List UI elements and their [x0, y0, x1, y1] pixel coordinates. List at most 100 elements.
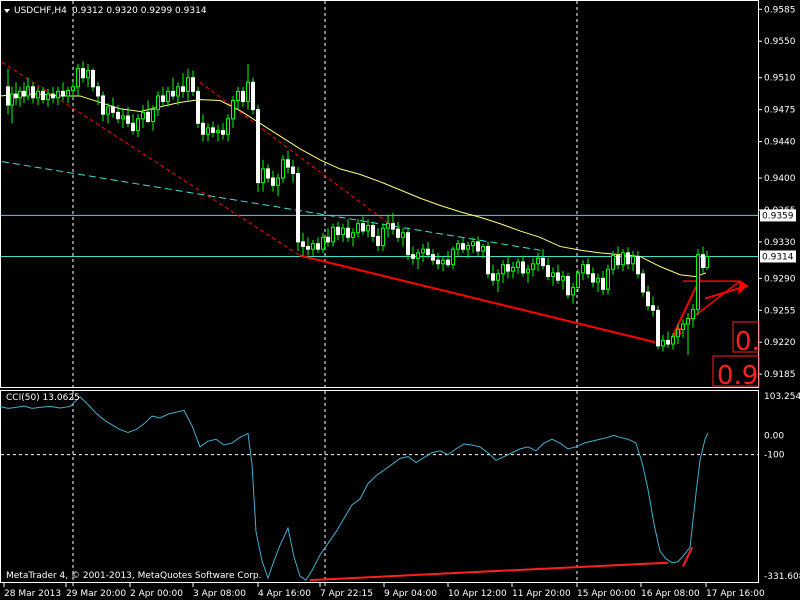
- candle-body: [186, 77, 190, 92]
- candle-body: [601, 277, 605, 290]
- candle-body: [10, 93, 14, 106]
- candle: [591, 267, 595, 288]
- candle: [616, 246, 620, 270]
- candle-body: [61, 90, 65, 97]
- candle: [451, 246, 455, 270]
- cci-tick-label: -100: [764, 451, 785, 461]
- candle: [66, 86, 70, 104]
- candle: [241, 86, 245, 107]
- candle-body: [106, 106, 110, 115]
- candle: [256, 105, 260, 192]
- price-axis: 0.9585 0.9550 0.9510 0.9475 0.9440 0.9400 0.93…: [758, 5, 796, 380]
- candle-body: [6, 86, 10, 106]
- candle-body: [571, 286, 575, 296]
- candle: [521, 255, 525, 277]
- candle-body: [241, 90, 245, 102]
- candle-body: [696, 254, 700, 310]
- candle: [251, 77, 255, 115]
- candle: [76, 64, 80, 96]
- candle-body: [561, 276, 565, 281]
- candle-body: [596, 277, 600, 283]
- candle-body: [76, 68, 80, 88]
- candle: [596, 273, 600, 293]
- candle: [406, 228, 410, 261]
- price-tick-label: 0.9400: [764, 174, 796, 184]
- candle-body: [176, 86, 180, 97]
- candle-body: [276, 177, 280, 186]
- copyright-text: MetaTrader 4, © 2001-2013, MetaQuotes So…: [6, 571, 262, 581]
- candle-body: [521, 261, 525, 274]
- candle-body: [586, 264, 590, 275]
- candle-body: [411, 254, 415, 259]
- candle: [306, 237, 310, 256]
- candle-body: [466, 245, 470, 250]
- candle-body: [166, 90, 170, 102]
- candle-body: [461, 243, 465, 250]
- candle-body: [181, 86, 185, 92]
- candle-body: [36, 90, 40, 99]
- candle-body: [121, 115, 125, 120]
- candle-body: [396, 228, 400, 238]
- candle: [666, 331, 670, 348]
- candle-body: [71, 86, 75, 91]
- candle: [456, 240, 460, 256]
- candle-body: [431, 254, 435, 261]
- candle: [691, 303, 695, 328]
- candle: [336, 221, 340, 241]
- candle-body: [676, 328, 680, 338]
- cci-line: [0, 396, 709, 581]
- candle-body: [661, 339, 665, 347]
- candle-body: [46, 93, 50, 101]
- candle-body: [26, 86, 30, 97]
- candle-body: [146, 111, 150, 122]
- candle: [201, 114, 205, 142]
- ohlc-readout: 0.9312 0.9320 0.9299 0.9314: [72, 6, 207, 16]
- price-tick-label: 0.9330: [764, 238, 796, 248]
- candle: [266, 164, 270, 183]
- candle: [111, 97, 115, 118]
- candle-body: [406, 232, 410, 256]
- price-tick-label: 0.9440: [764, 138, 796, 148]
- candle-body: [531, 263, 535, 270]
- candle: [236, 86, 240, 110]
- candle-body: [22, 90, 26, 97]
- candle: [246, 64, 250, 110]
- candle-body: [451, 248, 455, 266]
- candle-body: [331, 226, 335, 243]
- candle: [311, 240, 315, 256]
- candle-body: [301, 241, 305, 247]
- candle: [286, 150, 290, 174]
- candle-body: [86, 69, 90, 79]
- candle-body: [481, 245, 485, 252]
- candle: [231, 95, 235, 128]
- candle-body: [686, 318, 690, 325]
- moving-average-line: [0, 93, 707, 278]
- candle: [351, 228, 355, 247]
- candle: [106, 103, 110, 124]
- candle: [411, 246, 415, 265]
- candle: [686, 313, 690, 355]
- candle: [436, 252, 440, 270]
- candle-body: [261, 168, 265, 184]
- candle-body: [366, 224, 370, 232]
- candle-body: [441, 259, 445, 265]
- candle-body: [541, 257, 545, 267]
- price-chart-window[interactable]: 0.95850.95500.95100.94750.94400.94000.93…: [0, 0, 800, 600]
- red-arrow-line: [671, 277, 701, 339]
- candle-body: [151, 109, 155, 122]
- candle-body: [226, 118, 230, 135]
- candle-body: [681, 323, 685, 330]
- time-tick-label: 4 Apr 16:00: [258, 589, 311, 599]
- candle-body: [66, 89, 70, 97]
- candle: [576, 269, 580, 293]
- chevron-down-icon[interactable]: [4, 9, 10, 13]
- candle: [551, 267, 555, 286]
- cci-pane-frame: [0, 390, 759, 583]
- candle: [206, 123, 210, 142]
- candle-body: [216, 130, 220, 133]
- price-tick-label: 0.9585: [764, 5, 796, 15]
- candle-body: [326, 236, 330, 243]
- candle: [196, 86, 200, 128]
- candle: [51, 86, 55, 104]
- candle-body: [351, 232, 355, 238]
